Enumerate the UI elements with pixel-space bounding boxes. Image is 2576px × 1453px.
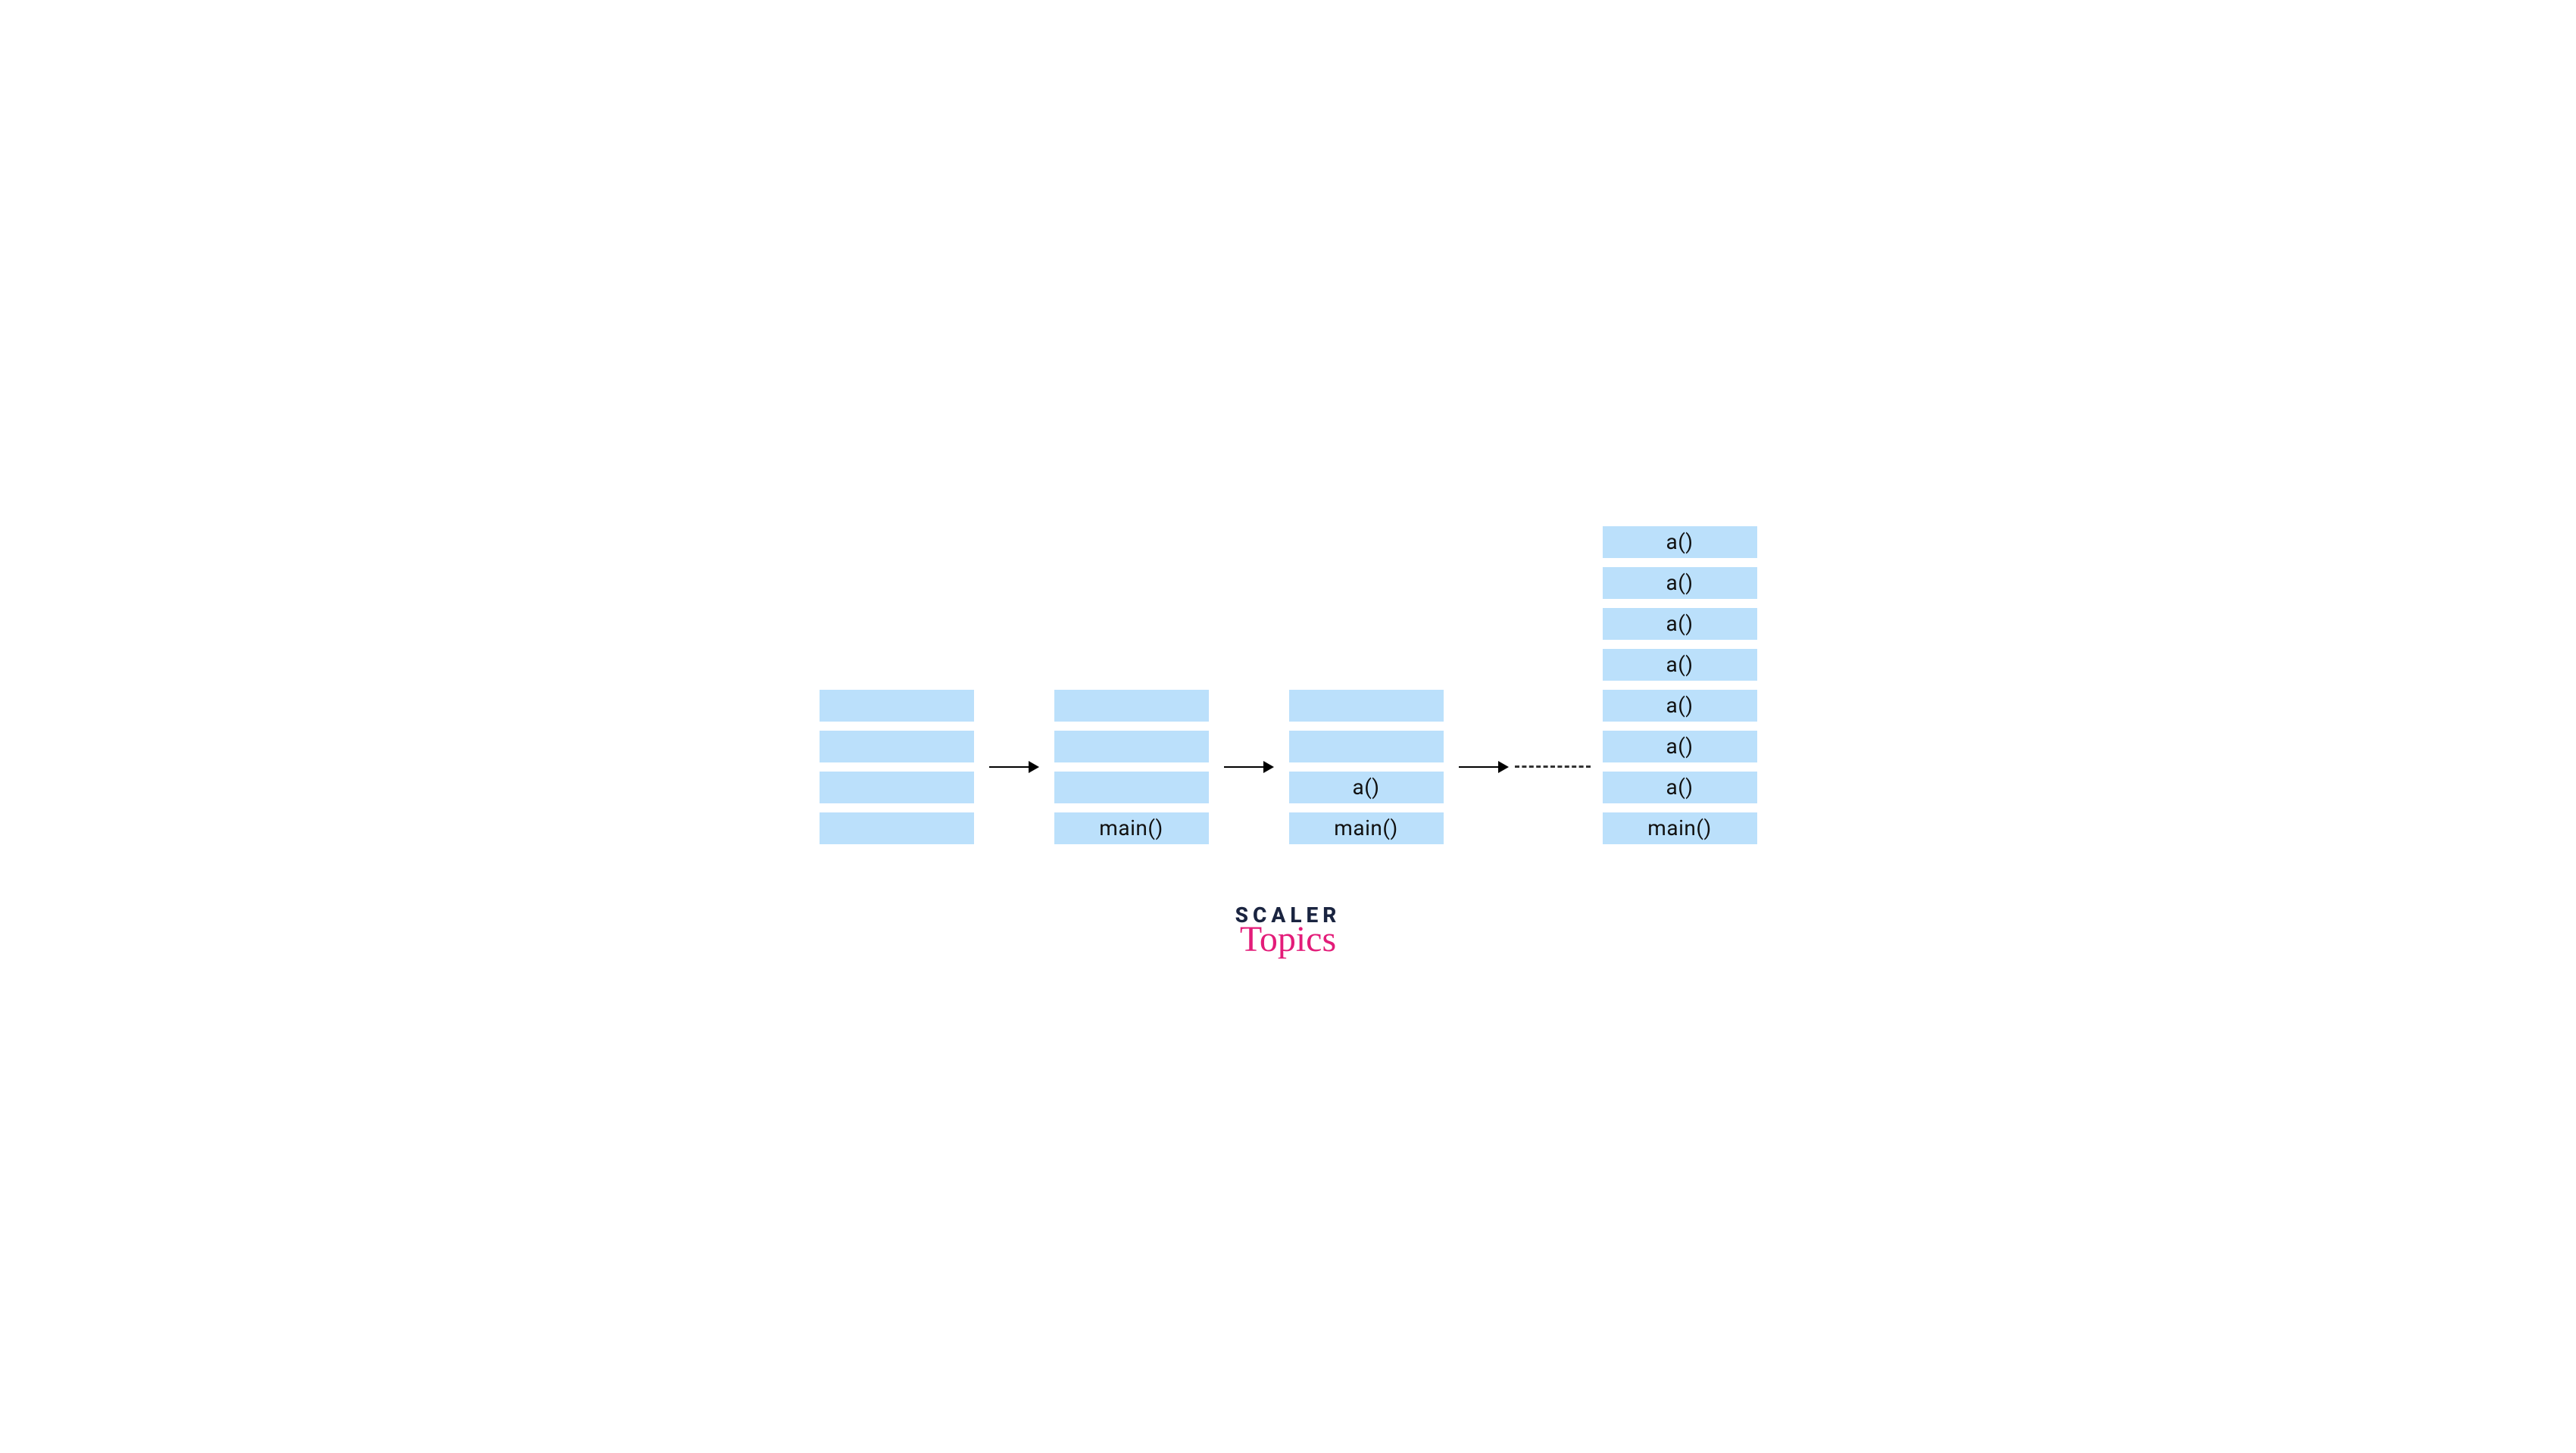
stack-frame: a() bbox=[1603, 567, 1757, 599]
stack-2: main() bbox=[1054, 690, 1209, 844]
frame-label: main() bbox=[1099, 815, 1163, 840]
stack-frame: a() bbox=[1603, 608, 1757, 640]
stack-frame bbox=[1054, 772, 1209, 803]
arrow-2 bbox=[1209, 690, 1289, 844]
frame-label: a() bbox=[1666, 529, 1693, 554]
frame-label: a() bbox=[1666, 652, 1693, 677]
frame-label: a() bbox=[1666, 734, 1693, 759]
stack-frame: a() bbox=[1603, 649, 1757, 681]
stack-1 bbox=[820, 690, 974, 844]
stack-frame: a() bbox=[1603, 526, 1757, 558]
stack-frame bbox=[820, 812, 974, 844]
frame-label: a() bbox=[1666, 570, 1693, 595]
stack-frame: main() bbox=[1603, 812, 1757, 844]
stack-frame bbox=[820, 772, 974, 803]
frame-label: a() bbox=[1666, 775, 1693, 800]
frame-label: a() bbox=[1666, 611, 1693, 636]
arrow-1 bbox=[974, 690, 1054, 844]
stack-frame: a() bbox=[1603, 731, 1757, 762]
stack-frame: main() bbox=[1054, 812, 1209, 844]
stack-frame bbox=[1054, 731, 1209, 762]
frame-label: main() bbox=[1334, 815, 1397, 840]
stack-frame: a() bbox=[1289, 772, 1444, 803]
logo-line-2: Topics bbox=[1240, 921, 1336, 958]
frame-label: a() bbox=[1666, 693, 1693, 718]
stack-frame: a() bbox=[1603, 772, 1757, 803]
stack-frame: main() bbox=[1289, 812, 1444, 844]
arrow-icon bbox=[1224, 761, 1274, 773]
stack-frame bbox=[820, 690, 974, 722]
stack-3: a() main() bbox=[1289, 690, 1444, 844]
dashed-continuation bbox=[1515, 690, 1603, 844]
frame-label: a() bbox=[1352, 775, 1379, 800]
stack-frame bbox=[1054, 690, 1209, 722]
stack-frame bbox=[1289, 690, 1444, 722]
frame-label: main() bbox=[1647, 815, 1711, 840]
stack-frame bbox=[820, 731, 974, 762]
stack-4: a() a() a() a() a() a() a() main() bbox=[1603, 526, 1757, 844]
arrow-icon bbox=[989, 761, 1039, 773]
dashed-line-icon bbox=[1515, 765, 1591, 768]
stack-frame: a() bbox=[1603, 690, 1757, 722]
arrow-3 bbox=[1444, 690, 1515, 844]
arrow-icon bbox=[1459, 761, 1509, 773]
scaler-topics-logo: SCALER Topics bbox=[1235, 905, 1341, 958]
stack-frame bbox=[1289, 731, 1444, 762]
call-stack-diagram: main() a() main() a() a() a() a() a() a(… bbox=[804, 496, 1772, 859]
